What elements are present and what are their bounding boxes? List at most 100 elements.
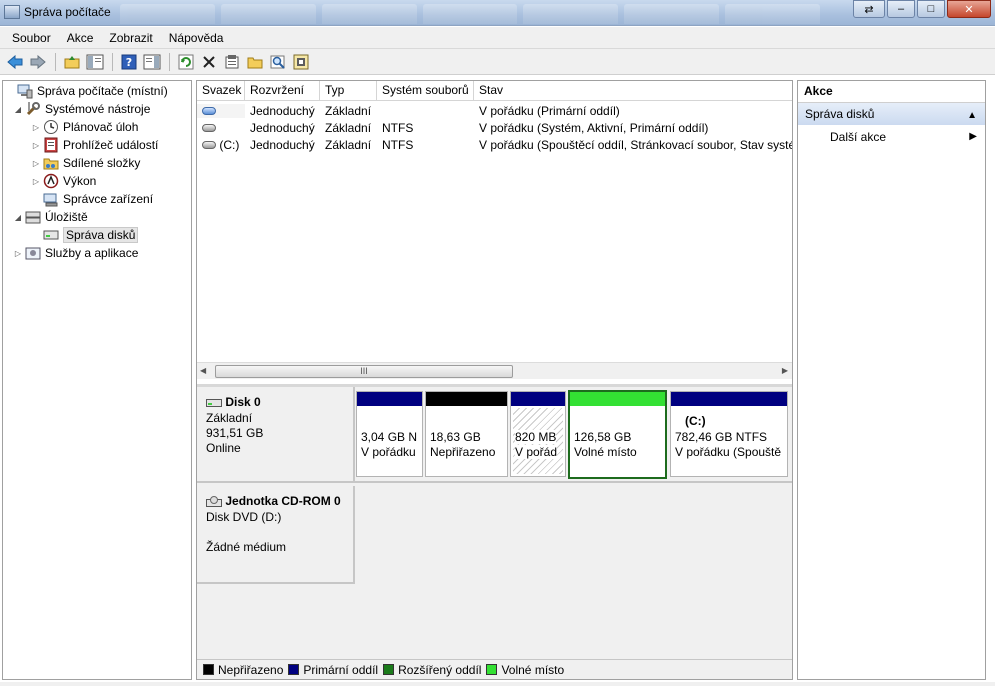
partition-status: V pořádku (Spouště [675, 445, 782, 459]
scroll-right-icon[interactable]: ▶ [782, 366, 788, 375]
svg-text:?: ? [126, 56, 132, 69]
column-header-type[interactable]: Typ [320, 81, 377, 100]
window-bottom-border [0, 682, 995, 686]
tree-item-label: Plánovač úloh [63, 120, 139, 134]
tree-item-device-manager[interactable]: Správce zařízení [43, 190, 153, 208]
tree-item-task-scheduler[interactable]: ▷ Plánovač úloh [31, 118, 138, 136]
restore-window-icon[interactable]: ⇄ [853, 0, 885, 18]
more-actions-item[interactable]: Další akce ▶ [798, 125, 985, 149]
menu-napoveda[interactable]: Nápověda [161, 31, 232, 45]
column-header-status[interactable]: Stav [474, 81, 792, 100]
background-taskbar-ghost [120, 4, 821, 24]
disk0-label[interactable]: Disk 0 Základní 931,51 GB Online [197, 387, 355, 483]
partition-unallocated[interactable]: 18,63 GB Nepřiřazeno [425, 391, 508, 477]
tree-item-performance[interactable]: ▷ Výkon [31, 172, 96, 190]
tree-item-system-tools[interactable]: ◢ Systémové nástroje [13, 100, 150, 118]
volume-status: V pořádku (Systém, Aktivní, Primární odd… [479, 120, 709, 135]
tree-item-label: Sdílené složky [63, 156, 141, 170]
expanded-arrow-icon[interactable]: ◢ [13, 105, 23, 114]
minimize-button[interactable]: – [887, 0, 915, 18]
table-row[interactable]: Jednoduchý Základní V pořádku (Primární … [197, 102, 792, 119]
collapse-section-icon[interactable]: ▲ [967, 105, 977, 127]
legend-label: Primární oddíl [303, 662, 379, 677]
properties-icon[interactable] [221, 51, 243, 73]
tree-item-disk-management[interactable]: Správa disků [43, 226, 139, 244]
cdrom-name: Jednotka CD-ROM 0 [225, 494, 341, 508]
tree-item-shared-folders[interactable]: ▷ Sdílené složky [31, 154, 140, 172]
table-row[interactable]: Jednoduchý Základní NTFS V pořádku (Syst… [197, 119, 792, 136]
collapsed-arrow-icon[interactable]: ▷ [31, 177, 41, 186]
title-bar: Správa počítače ⇄ – □ ✕ [0, 0, 995, 26]
help-icon[interactable]: ? [118, 51, 140, 73]
settings-icon[interactable] [290, 51, 312, 73]
volume-disk-icon [202, 141, 216, 150]
collapsed-arrow-icon[interactable]: ▷ [31, 141, 41, 150]
disk0-size: 931,51 GB [206, 426, 264, 440]
column-header-volume[interactable]: Svazek [197, 81, 245, 100]
tree-item-label: Správce zařízení [63, 192, 154, 206]
tree-item-computer-management[interactable]: Správa počítače (místní) [5, 82, 168, 100]
volume-layout: Jednoduchý [250, 137, 315, 152]
disk0-partitions: 3,04 GB N V pořádku 18,63 GB Nepřiřazeno… [355, 387, 792, 483]
delete-icon[interactable] [198, 51, 220, 73]
maximize-button[interactable]: □ [917, 0, 945, 18]
open-icon[interactable] [244, 51, 266, 73]
collapsed-arrow-icon[interactable]: ▷ [31, 123, 41, 132]
legend-swatch [383, 664, 395, 675]
legend-item-primary: Primární oddíl [288, 663, 378, 677]
back-icon[interactable] [4, 51, 26, 73]
search-icon[interactable] [267, 51, 289, 73]
refresh-icon[interactable] [175, 51, 197, 73]
partition-c[interactable]: (C:) 782,46 GB NTFS V pořádku (Spouště [670, 391, 788, 477]
partition-size: 782,46 GB NTFS [675, 430, 768, 444]
forward-icon[interactable] [27, 51, 49, 73]
volume-name: (C:) [219, 137, 240, 152]
partition-primary-2[interactable]: 820 MB V pořád [510, 391, 566, 477]
legend-swatch [288, 664, 300, 675]
show-hide-tree-icon[interactable] [84, 51, 106, 73]
menu-soubor[interactable]: Soubor [4, 31, 59, 45]
collapsed-arrow-icon[interactable]: ▷ [13, 249, 23, 258]
tree-item-label: Systémové nástroje [45, 102, 151, 116]
legend-label: Volné místo [501, 662, 565, 677]
close-button[interactable]: ✕ [947, 0, 991, 18]
menu-zobrazit[interactable]: Zobrazit [101, 31, 160, 45]
tree-item-services-apps[interactable]: ▷ Služby a aplikace [13, 244, 138, 262]
menu-bar: Soubor Akce Zobrazit Nápověda [0, 27, 995, 49]
partition-letter: (C:) [685, 414, 706, 428]
legend-item-free: Volné místo [486, 663, 564, 677]
tree-item-label: Správa disků [63, 227, 139, 243]
table-row[interactable]: (C:) Jednoduchý Základní NTFS V pořádku … [197, 136, 792, 153]
tree-item-event-viewer[interactable]: ▷ Prohlížeč událostí [31, 136, 158, 154]
partition-primary-1[interactable]: 3,04 GB N V pořádku [356, 391, 423, 477]
volume-list: Jednoduchý Základní V pořádku (Primární … [197, 102, 792, 153]
actions-section-label: Správa disků [805, 107, 875, 121]
tree-item-label: Služby a aplikace [45, 246, 139, 260]
more-actions-label: Další akce [830, 130, 887, 144]
expanded-arrow-icon[interactable]: ◢ [13, 213, 23, 222]
horizontal-scrollbar[interactable]: ◀ III ▶ [197, 362, 792, 379]
column-header-filesystem[interactable]: Systém souborů [377, 81, 474, 100]
toolbar: ? [0, 49, 995, 75]
volume-filesystem: NTFS [382, 137, 414, 152]
performance-icon [43, 173, 59, 189]
partition-bar [671, 392, 787, 406]
volume-filesystem: NTFS [382, 120, 414, 135]
cdrom-label[interactable]: Jednotka CD-ROM 0 Disk DVD (D:) Žádné mé… [197, 486, 355, 584]
partition-free-space[interactable]: 126,58 GB Volné místo [568, 390, 667, 479]
tree-item-storage[interactable]: ◢ Úložiště [13, 208, 88, 226]
actions-pane: Akce Správa disků ▲ Další akce ▶ [797, 80, 986, 680]
up-folder-icon[interactable] [61, 51, 83, 73]
volume-status: V pořádku (Spouštěcí oddíl, Stránkovací … [479, 137, 792, 152]
partition-bar [426, 392, 507, 406]
menu-akce[interactable]: Akce [59, 31, 102, 45]
partition-size: 820 MB [515, 430, 557, 444]
volume-status: V pořádku (Primární oddíl) [479, 103, 620, 118]
show-hide-action-pane-icon[interactable] [141, 51, 163, 73]
column-header-layout[interactable]: Rozvržení [245, 81, 320, 100]
scroll-left-icon[interactable]: ◀ [200, 366, 206, 375]
disk-graph-area: Disk 0 Základní 931,51 GB Online 3,04 GB… [197, 384, 792, 659]
collapsed-arrow-icon[interactable]: ▷ [31, 159, 41, 168]
scrollbar-thumb[interactable]: III [215, 365, 513, 378]
actions-section-disk-management[interactable]: Správa disků ▲ [798, 103, 985, 125]
